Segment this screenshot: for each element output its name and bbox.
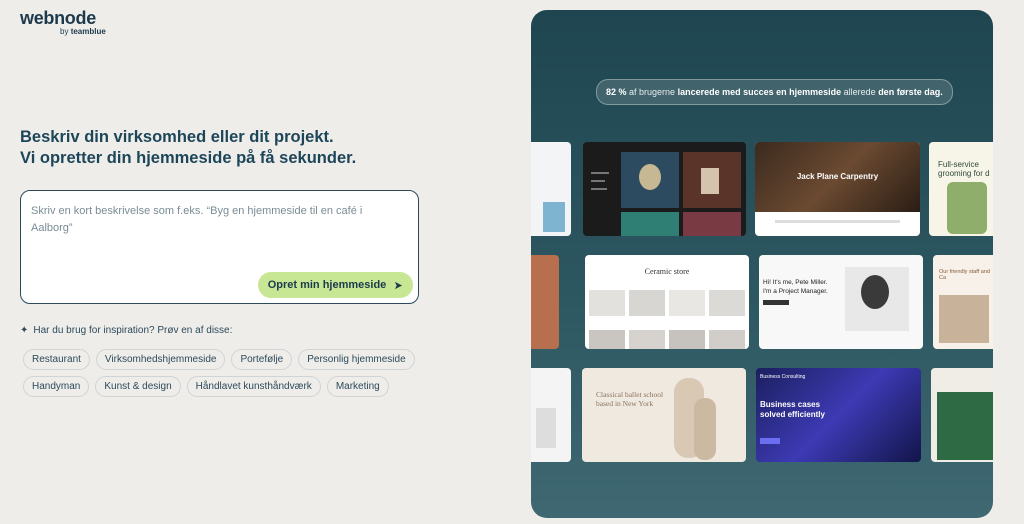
page-headline: Beskriv din virksomhed eller dit projekt… bbox=[20, 127, 356, 169]
sparkle-icon: ✦ bbox=[20, 325, 29, 336]
template-thumbnail-ceramic: Ceramic store bbox=[585, 255, 749, 349]
showcase-panel: 82 % af brugerne lancerede med succes en… bbox=[531, 10, 993, 518]
arrow-right-icon bbox=[395, 281, 403, 289]
template-thumbnail-grooming: Full-service grooming for d bbox=[929, 142, 993, 236]
friendly-title: Our friendly staff and Ca bbox=[939, 269, 990, 281]
headline-line-1: Beskriv din virksomhed eller dit projekt… bbox=[20, 128, 334, 146]
description-input[interactable] bbox=[31, 203, 406, 253]
webnode-logo[interactable]: webnode by teamblue bbox=[20, 8, 106, 36]
chip-personal-website[interactable]: Personlig hjemmeside bbox=[298, 349, 415, 370]
prompt-box: Opret min hjemmeside bbox=[20, 190, 419, 304]
logo-wordmark: webnode bbox=[20, 8, 96, 28]
template-thumbnail-carpentry: Jack Plane Carpentry bbox=[755, 142, 920, 236]
inspiration-hint: ✦ Har du brug for inspiration? Prøv en a… bbox=[20, 325, 232, 336]
grooming-title: Full-service grooming for d bbox=[938, 160, 990, 178]
template-thumbnail-project-manager: Hi! It's me, Pete Miller. I'm a Project … bbox=[759, 255, 923, 349]
template-thumbnail-furniture bbox=[931, 368, 993, 462]
template-thumbnail-partial-2 bbox=[531, 255, 559, 349]
carpentry-title: Jack Plane Carpentry bbox=[796, 172, 879, 181]
suggestion-chips: Restaurant Virksomhedshjemmeside Portefø… bbox=[23, 349, 423, 397]
consulting-title: Business cases solved efficiently bbox=[760, 400, 825, 419]
chip-business-website[interactable]: Virksomhedshjemmeside bbox=[95, 349, 226, 370]
template-thumbnail-partial-1 bbox=[531, 142, 571, 236]
template-thumbnail-friendly-staff: Our friendly staff and Ca bbox=[933, 255, 993, 349]
pm-line-1: Hi! It's me, Pete Miller. bbox=[763, 279, 828, 286]
logo-tagline: by teamblue bbox=[60, 27, 106, 36]
chip-restaurant[interactable]: Restaurant bbox=[23, 349, 90, 370]
create-website-button[interactable]: Opret min hjemmeside bbox=[258, 272, 413, 298]
inspiration-label: Har du brug for inspiration? Prøv en af … bbox=[33, 325, 233, 336]
chip-portfolio[interactable]: Portefølje bbox=[231, 349, 293, 370]
chip-handyman[interactable]: Handyman bbox=[23, 376, 90, 397]
template-thumbnail-ballet: Classical ballet school based in New Yor… bbox=[582, 368, 746, 462]
chip-marketing[interactable]: Marketing bbox=[326, 376, 389, 397]
ceramic-title: Ceramic store bbox=[644, 267, 690, 276]
create-button-label: Opret min hjemmeside bbox=[267, 279, 387, 291]
chip-art-design[interactable]: Kunst & design bbox=[95, 376, 181, 397]
headline-line-2: Vi opretter din hjemmeside på få sekunde… bbox=[20, 149, 357, 167]
template-thumbnail-gallery bbox=[583, 142, 746, 236]
template-thumbnail-partial-3 bbox=[531, 368, 571, 462]
ballet-title: Classical ballet school based in New Yor… bbox=[596, 390, 664, 408]
chip-handcrafted[interactable]: Håndlavet kunsthåndværk bbox=[186, 376, 321, 397]
template-thumbnail-consulting: Business Consulting Business cases solve… bbox=[756, 368, 921, 462]
consulting-brand: Business Consulting bbox=[760, 374, 806, 380]
pm-line-2: I'm a Project Manager. bbox=[763, 288, 828, 295]
success-stat-badge: 82 % af brugerne lancerede med succes en… bbox=[596, 79, 953, 105]
